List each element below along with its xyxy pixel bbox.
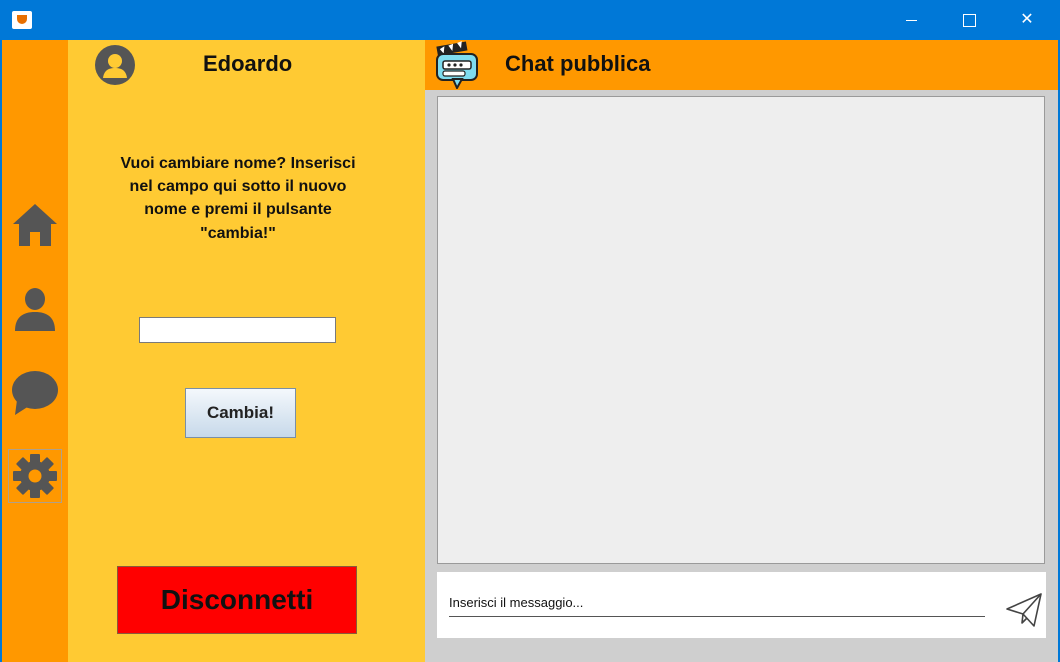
gear-icon: [13, 454, 57, 498]
app-frame: Edoardo Vuoi cambiare nome? Inserisci ne…: [2, 40, 1058, 662]
chat-bubble-icon: [12, 371, 58, 415]
chat-clapperboard-icon: [436, 41, 478, 89]
title-bar: ✕: [0, 0, 1060, 40]
minimize-button[interactable]: [882, 0, 940, 40]
sidebar-item-profile[interactable]: [8, 282, 62, 336]
disconnect-button[interactable]: Disconnetti: [117, 566, 357, 634]
java-app-icon: [12, 11, 32, 29]
new-name-input[interactable]: [139, 317, 336, 343]
sidebar-item-home[interactable]: [8, 197, 62, 251]
message-input[interactable]: [449, 589, 985, 617]
username: Edoardo: [203, 51, 293, 76]
home-icon: [13, 204, 57, 246]
profile-panel: Edoardo Vuoi cambiare nome? Inserisci ne…: [68, 40, 425, 662]
send-paper-plane-icon: [1006, 593, 1042, 627]
rename-instructions: Vuoi cambiare nome? Inserisci nel campo …: [120, 155, 356, 242]
close-button[interactable]: ✕: [998, 0, 1056, 40]
chat-area: Chat pubblica: [425, 40, 1058, 662]
sidebar-item-chat[interactable]: [8, 366, 62, 420]
send-button[interactable]: [1004, 590, 1044, 630]
user-icon: [15, 288, 55, 331]
sidebar-item-settings[interactable]: [8, 449, 62, 503]
messages-list[interactable]: [437, 96, 1045, 564]
avatar-icon: [95, 45, 135, 85]
chat-header: Chat pubblica: [425, 40, 1058, 90]
maximize-button[interactable]: [940, 0, 998, 40]
sidebar-nav: [2, 40, 68, 662]
compose-bar: [437, 572, 1046, 638]
change-name-button[interactable]: Cambia!: [185, 388, 296, 438]
chat-title: Chat pubblica: [505, 51, 651, 76]
